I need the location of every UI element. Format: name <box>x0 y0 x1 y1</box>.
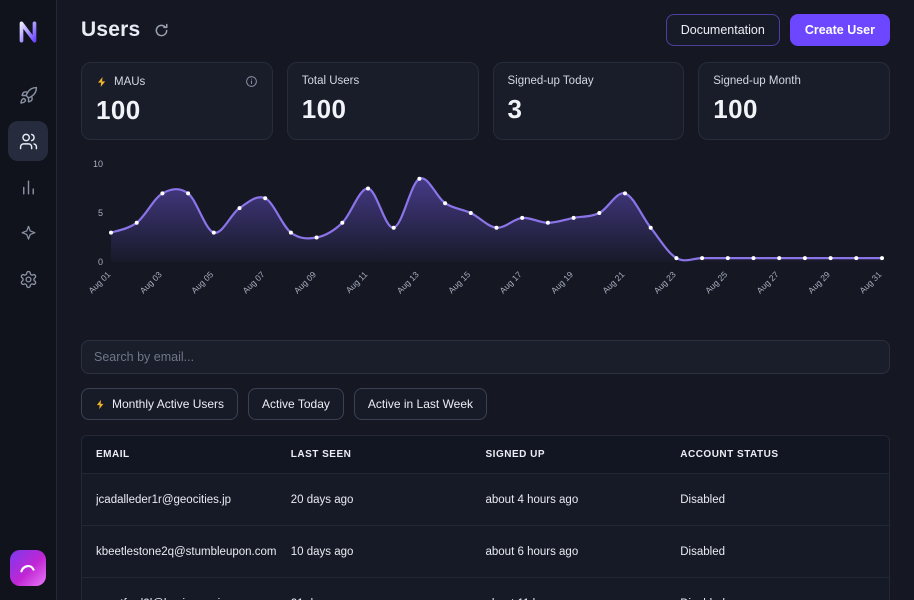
table-row[interactable]: jcadalleder1r@geocities.jp 20 days ago a… <box>82 473 889 525</box>
svg-text:10: 10 <box>93 159 103 169</box>
users-icon <box>19 133 37 149</box>
svg-text:Aug 21: Aug 21 <box>600 269 626 295</box>
svg-text:0: 0 <box>98 257 103 267</box>
cell-email: jcadalleder1r@geocities.jp <box>96 493 232 506</box>
svg-text:Aug 15: Aug 15 <box>446 269 472 295</box>
sidebar-item-settings[interactable] <box>8 259 48 299</box>
page-title: Users <box>81 18 141 41</box>
svg-text:Aug 29: Aug 29 <box>806 269 832 295</box>
column-header-account-status: ACCOUNT STATUS <box>680 449 779 460</box>
avatar-glyph-icon <box>20 565 35 573</box>
bar-chart-icon <box>22 179 34 195</box>
gear-icon <box>20 270 36 288</box>
svg-text:5: 5 <box>98 208 103 218</box>
svg-text:Aug 25: Aug 25 <box>703 269 729 295</box>
svg-text:Aug 19: Aug 19 <box>549 269 575 295</box>
cell-last-seen: 20 days ago <box>290 493 354 506</box>
sidebar-item-integrations[interactable] <box>8 213 48 253</box>
table-row[interactable]: kbeetlestone2q@stumbleupon.com 10 days a… <box>82 525 889 577</box>
refresh-icon <box>156 23 168 36</box>
table-header-row: EMAIL LAST SEEN SIGNED UP ACCOUNT STATUS <box>82 436 889 473</box>
cell-signed-up: about 6 hours ago <box>485 545 579 558</box>
page-header: Users Documentation Create User <box>81 14 890 46</box>
sidebar-item-getting-started[interactable] <box>8 75 48 115</box>
create-user-button[interactable]: Create User <box>789 14 890 46</box>
refresh-button[interactable] <box>152 21 171 40</box>
svg-text:Aug 23: Aug 23 <box>652 269 678 295</box>
sidebar <box>0 0 57 600</box>
stat-label: Signed-up Today <box>507 75 594 87</box>
sidebar-item-users[interactable] <box>8 121 48 161</box>
cell-account-status: Disabled <box>680 493 725 506</box>
svg-text:Aug 31: Aug 31 <box>857 269 883 295</box>
column-header-last-seen: LAST SEEN <box>290 449 352 460</box>
cell-account-status: Disabled <box>680 545 725 558</box>
rocket-icon <box>19 86 37 104</box>
svg-text:Aug 09: Aug 09 <box>292 269 318 295</box>
stat-value: 3 <box>507 94 523 124</box>
svg-text:Aug 11: Aug 11 <box>344 269 370 295</box>
search-input[interactable] <box>81 340 890 374</box>
filter-monthly-active-users[interactable]: Monthly Active Users <box>81 388 239 420</box>
svg-text:Aug 13: Aug 13 <box>395 269 421 295</box>
stat-value: 100 <box>713 94 758 124</box>
user-avatar[interactable] <box>10 550 46 586</box>
header-actions: Documentation Create User <box>665 14 890 46</box>
filter-active-today[interactable]: Active Today <box>248 388 344 420</box>
cell-last-seen: 10 days ago <box>290 545 354 558</box>
users-chart: 0 5 10 Aug 01 Aug 03 Aug 05 Aug 07 Aug 09 Aug 11… <box>86 159 884 295</box>
documentation-button[interactable]: Documentation <box>665 14 780 46</box>
svg-text:Aug 01: Aug 01 <box>86 269 112 295</box>
stat-label: Total Users <box>301 75 360 87</box>
cell-signed-up: about 4 hours ago <box>485 493 579 506</box>
sparkle-icon <box>21 225 35 240</box>
svg-text:Aug 07: Aug 07 <box>240 269 266 295</box>
info-icon[interactable] <box>245 75 258 88</box>
svg-text:Aug 17: Aug 17 <box>497 269 523 295</box>
column-header-signed-up: SIGNED UP <box>485 449 546 460</box>
sidebar-item-analytics[interactable] <box>8 167 48 207</box>
stat-label: MAUs <box>96 75 258 88</box>
svg-text:Aug 27: Aug 27 <box>754 269 780 295</box>
users-table: EMAIL LAST SEEN SIGNED UP ACCOUNT STATUS… <box>81 435 890 600</box>
stat-value: 100 <box>301 94 347 124</box>
svg-text:Aug 05: Aug 05 <box>189 269 215 295</box>
cell-email: kbeetlestone2q@stumbleupon.com <box>96 545 277 558</box>
filter-active-last-week[interactable]: Active in Last Week <box>353 388 488 420</box>
stat-label: Signed-up Month <box>713 75 801 87</box>
stat-card-maus: MAUs 100 <box>81 62 273 140</box>
svg-text:Aug 03: Aug 03 <box>138 269 164 295</box>
users-activity-chart: 0 5 10 Aug 01 Aug 03 Aug 05 Aug 07 Aug 09 Aug 11… <box>81 156 890 314</box>
stat-value: 100 <box>96 95 141 125</box>
app-window: Users Documentation Create User MAUs 100… <box>0 0 914 600</box>
app-logo-icon <box>8 12 48 52</box>
stats-row: MAUs 100 Total Users 100 Signed-up Today… <box>81 62 890 140</box>
bolt-icon <box>98 76 106 87</box>
stat-card-signed-up-today: Signed-up Today 3 <box>492 62 685 140</box>
filter-row: Monthly Active Users Active Today Active… <box>81 388 890 420</box>
column-header-email: EMAIL <box>96 449 130 460</box>
table-row[interactable]: ascotford2l@businesswire.com 21 days ago… <box>82 577 889 600</box>
bolt-icon <box>96 399 104 409</box>
stat-card-signed-up-month: Signed-up Month 100 <box>698 62 890 140</box>
main-content: Users Documentation Create User MAUs 100… <box>57 0 914 600</box>
stat-card-total-users: Total Users 100 <box>286 62 479 140</box>
